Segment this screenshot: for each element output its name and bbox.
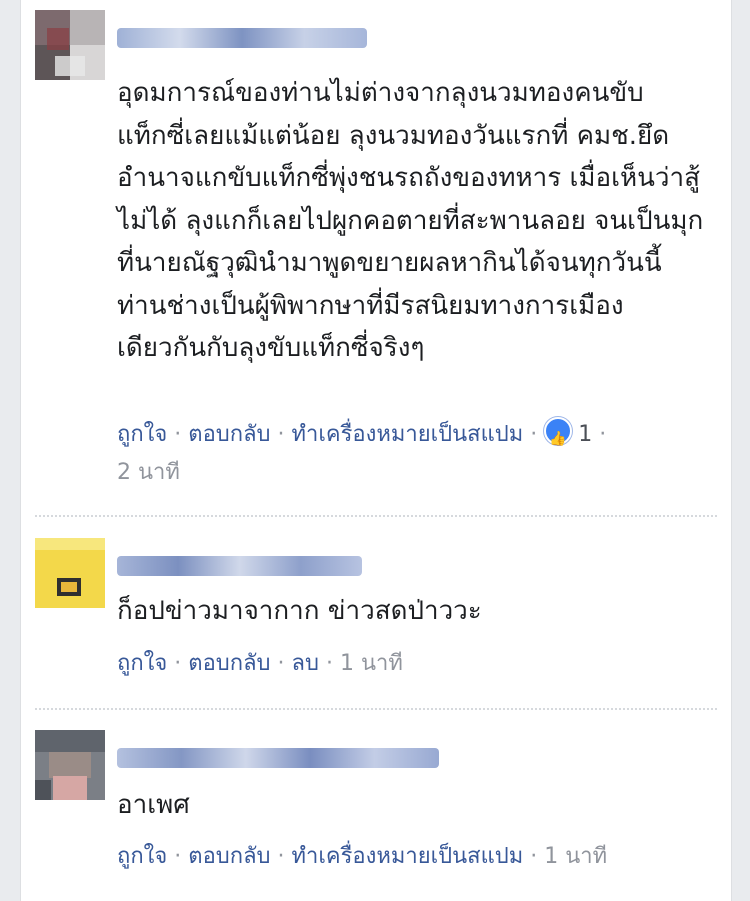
author-name-blurred[interactable] <box>117 28 367 48</box>
comment-actions: ถูกใจ·ตอบกลับ·ทำเครื่องหมายเป็นสแปม·1·2 … <box>117 416 711 492</box>
reply-link[interactable]: ตอบกลับ <box>188 844 270 869</box>
like-link[interactable]: ถูกใจ <box>117 651 167 676</box>
reaction-count[interactable]: 1 <box>572 422 592 447</box>
separator: · <box>599 422 607 447</box>
timestamp[interactable]: 1 นาที <box>544 844 607 869</box>
avatar[interactable] <box>35 10 105 80</box>
timestamp[interactable]: 2 นาที <box>117 460 180 485</box>
comment-actions: ถูกใจ · ตอบกลับ · ลบ · 1 นาที <box>117 645 711 683</box>
separator: · <box>530 844 538 869</box>
separator: · <box>530 422 538 447</box>
separator: · <box>174 422 182 447</box>
divider <box>35 515 717 517</box>
comment-text: อาเพศ <box>117 790 190 820</box>
avatar-image <box>35 538 105 608</box>
reply-link[interactable]: ตอบกลับ <box>188 422 270 447</box>
timestamp[interactable]: 1 นาที <box>340 651 403 676</box>
author-name-blurred[interactable] <box>117 748 439 768</box>
comments-panel: อุดมการณ์ของท่านไม่ต่างจากลุงนวมทองคนขับ… <box>20 0 732 901</box>
author-name-blurred[interactable] <box>117 556 362 576</box>
separator: · <box>277 651 285 676</box>
like-link[interactable]: ถูกใจ <box>117 844 167 869</box>
comment-text: ก็อปข่าวมาจากาก ข่าวสดป่าววะ <box>117 596 482 626</box>
separator: · <box>277 422 285 447</box>
avatar[interactable] <box>35 538 105 608</box>
mark-spam-link[interactable]: ทำเครื่องหมายเป็นสแปม <box>292 422 524 447</box>
like-link[interactable]: ถูกใจ <box>117 422 167 447</box>
avatar-image <box>35 730 105 800</box>
separator: · <box>174 651 182 676</box>
divider <box>35 708 717 710</box>
mark-spam-link[interactable]: ทำเครื่องหมายเป็นสแปม <box>292 844 524 869</box>
comment-text: อุดมการณ์ของท่านไม่ต่างจากลุงนวมทองคนขับ… <box>117 78 704 363</box>
reply-link[interactable]: ตอบกลับ <box>188 651 270 676</box>
avatar[interactable] <box>35 730 105 800</box>
delete-link[interactable]: ลบ <box>292 651 319 676</box>
like-reaction-icon[interactable] <box>544 417 573 458</box>
avatar-image <box>35 10 105 80</box>
comment-actions: ถูกใจ · ตอบกลับ · ทำเครื่องหมายเป็นสแปม · 1 นา… <box>117 838 711 876</box>
separator: · <box>277 844 285 869</box>
separator: · <box>174 844 182 869</box>
separator: · <box>325 651 333 676</box>
